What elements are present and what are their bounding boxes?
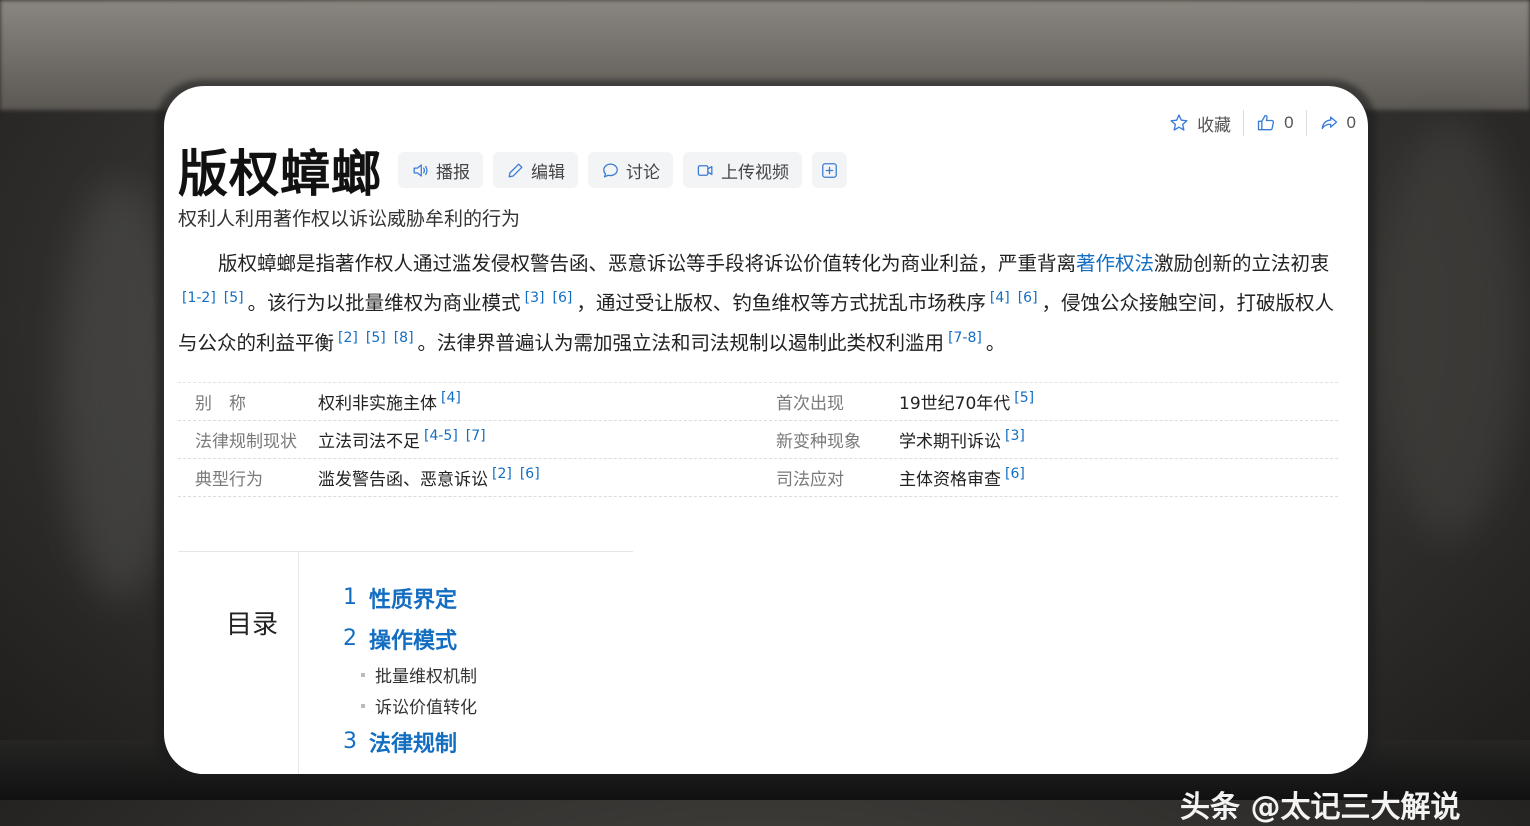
share-icon	[1321, 116, 1337, 130]
toc-item[interactable]: 1 性质界定	[343, 577, 477, 618]
toc-subitem-label: 批量维权机制	[375, 667, 477, 687]
toc-list: 1 性质界定 2 操作模式 批量维权机制 诉讼价值转化 3 法律规制	[343, 577, 477, 762]
info-row: 法律规制现状 立法司法不足 [4-5] [7] 新变种现象 学术期刊诉讼 [3]	[178, 421, 1338, 459]
summary-text: 激励创新的立法初衷	[1154, 252, 1330, 275]
reference-link[interactable]: [5]	[1014, 390, 1034, 406]
broadcast-label: 播报	[436, 162, 470, 183]
discuss-label: 讨论	[626, 162, 660, 183]
toc-sidebar: 目录	[178, 552, 299, 774]
info-value-text: 滥发警告函、恶意诉讼	[318, 470, 488, 490]
reference-link[interactable]: [6]	[1018, 290, 1038, 306]
reference-link[interactable]: [3]	[1005, 428, 1025, 444]
pencil-icon	[508, 163, 523, 177]
toc-item-label: 法律规制	[369, 731, 458, 757]
info-value: 滥发警告函、恶意诉讼 [2] [6]	[318, 465, 759, 490]
star-icon	[1170, 114, 1188, 131]
info-value: 权利非实施主体 [4]	[318, 389, 759, 414]
add-button[interactable]	[812, 152, 847, 188]
broadcast-button[interactable]: 播报	[398, 152, 483, 188]
copyright-law-link[interactable]: 著作权法	[1076, 252, 1154, 275]
summary-text: 。该行为以批量维权为商业模式	[247, 291, 521, 315]
toc-item-number: 1	[343, 585, 357, 610]
background-blob	[1380, 120, 1520, 540]
summary-text: 版权蟑螂是指著作权人通过滥发侵权警告函、恶意诉讼等手段将诉讼价值转化为商业利益，…	[218, 252, 1077, 275]
video-camera-icon	[697, 164, 713, 176]
reference-link[interactable]: [8]	[394, 330, 414, 346]
toc-item[interactable]: 3 法律规制	[343, 721, 477, 762]
summary-text: ，通过受让版权、钓鱼维权等方式扰乱市场秩序	[576, 291, 986, 315]
speaker-icon	[413, 163, 428, 177]
like-button[interactable]: 0	[1244, 113, 1305, 133]
reference-link[interactable]: [3]	[525, 290, 545, 306]
reference-link[interactable]: [5]	[224, 290, 244, 306]
reference-link[interactable]: [4]	[441, 390, 461, 406]
discuss-button[interactable]: 讨论	[588, 152, 673, 188]
favorite-button[interactable]: 收藏	[1157, 111, 1243, 136]
info-value: 主体资格审查 [6]	[899, 465, 1029, 490]
reference-link[interactable]: [5]	[366, 330, 386, 346]
info-value: 立法司法不足 [4-5] [7]	[318, 427, 759, 452]
info-label: 首次出现	[776, 394, 844, 414]
toc-item-label: 操作模式	[369, 628, 458, 654]
info-label: 典型行为	[195, 470, 263, 490]
info-label: 别 称	[195, 394, 246, 414]
table-of-contents: 目录 1 性质界定 2 操作模式 批量维权机制 诉讼价值转化 3 法律规制	[178, 551, 633, 774]
info-row: 别 称 权利非实施主体 [4] 首次出现 19世纪70年代 [5]	[178, 382, 1338, 421]
toc-item-number: 2	[343, 626, 357, 651]
thumbs-up-icon	[1257, 114, 1275, 131]
toc-heading: 目录	[226, 610, 279, 640]
reference-link[interactable]: [2]	[338, 330, 358, 346]
upload-video-button[interactable]: 上传视频	[683, 152, 802, 188]
info-label: 司法应对	[776, 470, 844, 490]
toc-item-number: 3	[343, 729, 357, 754]
toc-subitem-label: 诉讼价值转化	[375, 698, 477, 718]
reference-link[interactable]: [7-8]	[948, 330, 982, 346]
summary-paragraph: 版权蟑螂是指著作权人通过滥发侵权警告函、恶意诉讼等手段将诉讼价值转化为商业利益，…	[178, 246, 1338, 360]
share-button[interactable]: 0	[1307, 113, 1368, 133]
toc-subitem[interactable]: 诉讼价值转化	[343, 690, 477, 721]
reference-link[interactable]: [2]	[492, 466, 512, 482]
chat-bubble-icon	[603, 163, 618, 177]
reference-link[interactable]: [6]	[553, 290, 573, 306]
info-value-text: 学术期刊诉讼	[899, 432, 1001, 452]
reference-link[interactable]: [1-2]	[182, 290, 216, 306]
upload-video-label: 上传视频	[721, 162, 789, 183]
baike-card: 收藏 0 0 版权蟑螂 播报 编辑 讨论 上传视频 权利人利用著作权以诉讼威胁牟…	[164, 86, 1368, 774]
info-label: 新变种现象	[776, 432, 861, 452]
summary-text: 。	[985, 331, 1006, 354]
like-count: 0	[1284, 113, 1294, 132]
edit-label: 编辑	[531, 162, 565, 183]
page-title: 版权蟑螂	[178, 145, 382, 203]
toc-item-label: 性质界定	[369, 587, 458, 613]
info-value-text: 主体资格审查	[899, 470, 1001, 490]
plus-square-icon	[822, 162, 837, 178]
info-row: 典型行为 滥发警告函、恶意诉讼 [2] [6] 司法应对 主体资格审查 [6]	[178, 459, 1338, 497]
toc-item[interactable]: 2 操作模式	[343, 618, 477, 659]
watermark: 头条 @太记三大解说	[1180, 790, 1461, 825]
info-value-text: 权利非实施主体	[318, 394, 437, 414]
favorite-label: 收藏	[1197, 115, 1232, 135]
info-box: 别 称 权利非实施主体 [4] 首次出现 19世纪70年代 [5] 法律规制现状 立…	[178, 382, 1338, 497]
info-label: 法律规制现状	[195, 432, 297, 452]
info-value: 19世纪70年代 [5]	[899, 389, 1038, 414]
action-bar: 收藏 0 0	[1157, 110, 1368, 136]
title-row: 版权蟑螂 播报 编辑 讨论 上传视频	[178, 134, 857, 206]
reference-link[interactable]: [6]	[1005, 466, 1025, 482]
edit-button[interactable]: 编辑	[493, 152, 578, 188]
reference-link[interactable]: [6]	[520, 466, 540, 482]
reference-link[interactable]: [7]	[466, 428, 486, 444]
share-count: 0	[1346, 113, 1356, 132]
info-value: 学术期刊诉讼 [3]	[899, 427, 1029, 452]
info-value-text: 立法司法不足	[318, 432, 420, 452]
page-subtitle: 权利人利用著作权以诉讼威胁牟利的行为	[178, 208, 521, 230]
info-value-text: 19世纪70年代	[899, 394, 1011, 414]
reference-link[interactable]: [4-5]	[424, 428, 458, 444]
toc-subitem[interactable]: 批量维权机制	[343, 659, 477, 690]
summary-text: 。法律界普遍认为需加强立法和司法规制以遏制此类权利滥用	[417, 331, 945, 354]
reference-link[interactable]: [4]	[990, 290, 1010, 306]
